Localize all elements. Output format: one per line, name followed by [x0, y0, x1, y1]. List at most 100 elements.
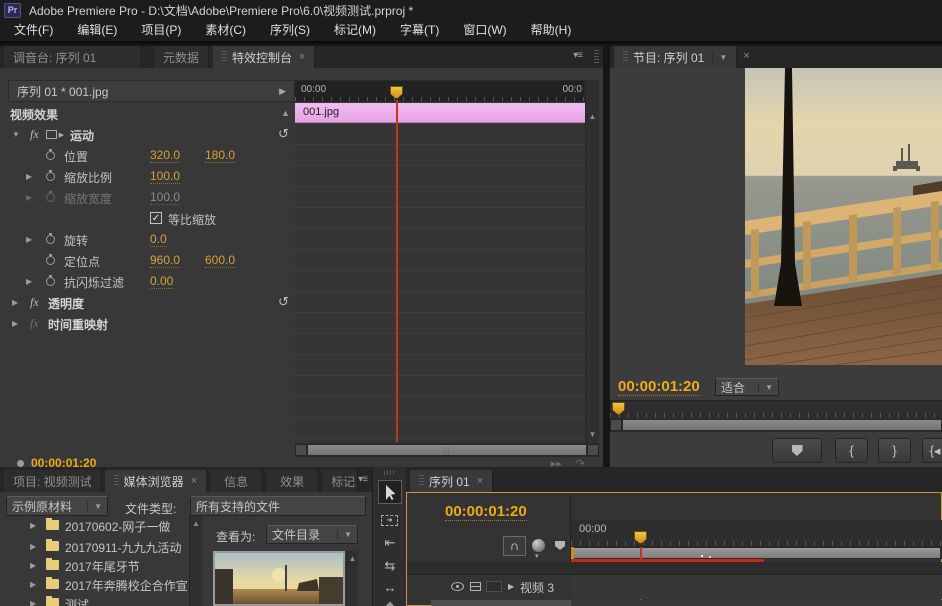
tree-scrollbar[interactable]: ▲ [189, 516, 202, 606]
tab-program[interactable]: 节目: 序列 01 ▼ [614, 46, 737, 68]
efx-clip-header[interactable]: 序列 01 * 001.jpg ▶ [8, 80, 295, 102]
menu-title[interactable]: 字幕(T) [388, 20, 451, 41]
program-ruler[interactable] [610, 400, 942, 418]
timeline-timecode[interactable]: 00:00:01:20 [445, 503, 527, 521]
menu-sequence[interactable]: 序列(S) [258, 20, 322, 41]
menu-edit[interactable]: 编辑(E) [65, 20, 129, 41]
twirl-right-icon[interactable]: ▶ [26, 277, 32, 286]
reset-icon[interactable]: ↺ [278, 126, 289, 142]
set-marker-icon[interactable] [555, 541, 565, 550]
stopwatch-icon[interactable] [46, 256, 55, 265]
panel-menu-icon[interactable]: ▾≡ [573, 46, 588, 68]
scrollbar-thumb[interactable]: ⁞⁞ [307, 444, 587, 456]
twirl-down-icon[interactable]: ▼ [12, 130, 20, 139]
efx-clip-bar[interactable]: 001.jpg [295, 103, 585, 123]
program-timecode[interactable]: 00:00:01:20 [618, 378, 700, 396]
efx-horizontal-scrollbar[interactable]: ⁞⁞ [295, 443, 599, 457]
chevron-right-icon[interactable]: ▶ [279, 86, 286, 97]
efx-row-time-remap[interactable]: ▶ fx 时间重映射 [0, 313, 295, 334]
position-x-value[interactable]: 320.0 [150, 148, 180, 163]
stopwatch-icon[interactable] [46, 277, 55, 286]
rate-stretch-tool[interactable]: ↔ [382, 580, 398, 595]
source-dropdown[interactable]: 示例原材料 ▼ [6, 496, 108, 516]
rolling-edit-tool[interactable]: ⇆ [382, 558, 398, 574]
efx-row-opacity[interactable]: ▶ fx 透明度 ↺ [0, 292, 295, 313]
antiflicker-value[interactable]: 0.00 [150, 274, 173, 289]
menu-help[interactable]: 帮助(H) [519, 20, 584, 41]
reset-icon[interactable]: ↺ [278, 294, 289, 310]
tab-effects[interactable]: 效果 [266, 470, 319, 492]
program-scrollbar[interactable] [610, 418, 942, 432]
tab-markers[interactable]: 标记 [322, 470, 358, 492]
twirl-right-icon[interactable]: ▶ [30, 542, 36, 551]
anchor-x-value[interactable]: 960.0 [150, 253, 180, 268]
efx-row-motion[interactable]: ▼ fx ▶ 运动 ↺ [0, 124, 295, 145]
menu-project[interactable]: 项目(P) [129, 20, 193, 41]
tree-item-4[interactable]: ▶ 测试 [0, 594, 188, 606]
stopwatch-icon[interactable] [46, 172, 55, 181]
close-icon[interactable]: × [477, 475, 483, 487]
tab-info[interactable]: 信息 [210, 470, 263, 492]
efx-timeline-ruler[interactable]: 00:00 00:0 [295, 80, 585, 102]
scrollbar-left-cap[interactable] [295, 444, 307, 456]
menu-file[interactable]: 文件(F) [2, 20, 65, 41]
tab-project[interactable]: 项目: 视频测试 [4, 470, 102, 492]
scale-value[interactable]: 100.0 [150, 169, 180, 184]
twirl-right-icon[interactable]: ▶ [12, 298, 18, 307]
fit-dropdown[interactable]: 适合 ▼ [715, 378, 779, 396]
razor-tool[interactable]: ◆ [382, 598, 398, 606]
add-marker-button[interactable] [772, 438, 822, 463]
timeline-ruler[interactable]: 00:00 [571, 520, 942, 547]
scroll-down-icon[interactable]: ▼ [586, 430, 599, 439]
ripple-edit-tool[interactable]: ⇤ [382, 535, 398, 551]
twirl-right-icon[interactable]: ▶ [26, 172, 32, 181]
track-video3-content[interactable] [571, 575, 942, 599]
tab-media-browser[interactable]: 媒体浏览器 × [105, 470, 207, 492]
playhead-line[interactable] [396, 100, 398, 442]
snap-toggle[interactable]: ∩ [503, 536, 526, 556]
tree-item-1[interactable]: ▶ 20170911-九九九活动 [0, 537, 188, 556]
panel-menu-icon[interactable]: ▾≡ [358, 470, 372, 492]
stopwatch-icon[interactable] [46, 151, 55, 160]
close-icon[interactable]: × [737, 46, 749, 68]
mark-out-button[interactable]: } [878, 438, 911, 463]
scroll-up-icon[interactable]: ▲ [586, 112, 599, 121]
menu-clip[interactable]: 素材(C) [193, 20, 258, 41]
tab-effect-controls[interactable]: 特效控制台 × [213, 46, 315, 68]
anchor-y-value[interactable]: 600.0 [205, 253, 235, 268]
close-icon[interactable]: × [191, 475, 197, 487]
selection-tool[interactable] [378, 480, 402, 504]
twirl-right-icon[interactable]: ▶ [30, 599, 36, 606]
mark-in-button[interactable]: { [835, 438, 868, 463]
stopwatch-icon[interactable] [46, 235, 55, 244]
tab-sequence-01[interactable]: 序列 01 × [410, 470, 493, 492]
scrollbar-right-cap[interactable] [587, 444, 599, 456]
go-to-in-button[interactable]: {◂ [922, 438, 942, 463]
efx-vertical-scrollbar[interactable]: ▲ ▼ [585, 80, 599, 443]
scroll-up-icon[interactable]: ▲ [190, 519, 202, 528]
menu-window[interactable]: 窗口(W) [451, 20, 518, 41]
work-area-bar[interactable] [574, 548, 940, 558]
twirl-right-icon[interactable]: ▶ [508, 582, 514, 591]
scroll-up-icon[interactable]: ▲ [347, 554, 358, 563]
tab-metadata[interactable]: 元数据 [154, 46, 209, 68]
track-output-eye-icon[interactable] [451, 582, 464, 591]
encore-chapter-marker-icon[interactable] [532, 539, 545, 552]
view-as-dropdown[interactable]: 文件目录 ▼ [266, 525, 358, 544]
media-thumbnail[interactable] [213, 551, 345, 606]
close-icon[interactable]: × [299, 51, 305, 63]
collapse-icon[interactable]: ▲ [281, 108, 290, 118]
tree-item-2[interactable]: ▶ 2017年尾牙节 [0, 556, 188, 575]
sync-lock-icon[interactable] [470, 582, 481, 591]
scrollbar-thumb[interactable] [622, 419, 942, 431]
track-select-tool[interactable]: ➜ [381, 515, 398, 526]
track-lock-toggle[interactable] [486, 581, 502, 592]
thumbnail-scrollbar[interactable]: ▲ [346, 551, 358, 606]
twirl-right-icon[interactable]: ▶ [12, 319, 18, 328]
work-area-track[interactable] [571, 547, 942, 559]
tree-item-0[interactable]: ▶ 20170602-网子一做 [0, 516, 188, 535]
twirl-right-icon[interactable]: ▶ [30, 561, 36, 570]
tab-dropdown-icon[interactable]: ▼ [712, 53, 727, 62]
twirl-right-icon[interactable]: ▶ [30, 521, 36, 530]
track-video2-header[interactable] [431, 600, 571, 606]
